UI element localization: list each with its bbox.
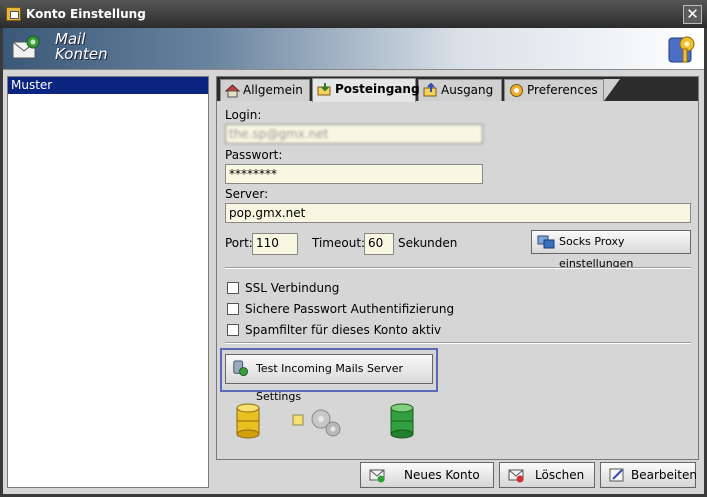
window-title: Konto Einstellung (26, 7, 146, 21)
tab-label: Ausgang (441, 83, 494, 97)
edit-icon (609, 468, 624, 482)
tab-tail (604, 79, 620, 101)
test-incoming-server-button[interactable]: Test Incoming Mails Server Settings (225, 354, 433, 403)
port-field[interactable]: 110 (252, 233, 298, 255)
outbox-icon (423, 83, 437, 97)
login-field[interactable]: the.sp@gmx.net (225, 124, 483, 144)
inbox-icon (317, 83, 331, 96)
secure-auth-label: Sichere Passwort Authentifizierung (245, 302, 455, 316)
delete-button[interactable]: Löschen (499, 462, 595, 488)
server-label: Server: (225, 187, 269, 201)
ssl-checkbox[interactable] (227, 282, 239, 294)
banner-title: Mail Konten (55, 32, 108, 62)
password-label: Passwort: (225, 148, 283, 162)
spamfilter-checkbox[interactable] (227, 324, 239, 336)
list-item[interactable]: Muster (8, 77, 208, 94)
dialog-content: Muster Allgemein Posteingang Ausgang Pre… (3, 70, 704, 494)
timeout-field[interactable]: 60 (364, 233, 394, 255)
posteingang-tab-content: Login: the.sp@gmx.net Passwort: ********… (217, 101, 698, 459)
house-icon (225, 84, 240, 98)
timeout-unit: Sekunden (398, 236, 458, 250)
tab-preferences[interactable]: Preferences (504, 79, 604, 101)
socks-proxy-button[interactable]: Socks Proxy einstellungen (531, 230, 691, 270)
new-account-label: Neues Konto (404, 468, 480, 482)
delete-label: Löschen (535, 468, 585, 482)
spamfilter-label: Spamfilter für dieses Konto aktiv (245, 323, 442, 337)
tab-strip: Allgemein Posteingang Ausgang Preference… (217, 77, 698, 102)
divider (225, 267, 691, 269)
new-account-button[interactable]: Neues Konto (360, 462, 494, 488)
divider (225, 342, 691, 344)
keys-icon (668, 36, 695, 63)
preferences-icon (510, 84, 523, 97)
new-account-icon (369, 469, 385, 483)
network-icon (537, 235, 555, 249)
transfer-gears-icon (292, 409, 341, 437)
dialog-window: Konto Einstellung ✕ Mail Konten Muster A… (0, 0, 707, 497)
edit-button[interactable]: Bearbeiten (600, 462, 697, 488)
tab-allgemein[interactable]: Allgemein (220, 79, 310, 101)
edit-label: Bearbeiten (631, 468, 697, 482)
secure-auth-checkbox[interactable] (227, 303, 239, 315)
tab-label: Allgemein (243, 83, 303, 97)
password-field[interactable]: ******** (225, 164, 483, 184)
tab-ausgang[interactable]: Ausgang (418, 79, 502, 101)
ssl-label: SSL Verbindung (245, 281, 340, 295)
app-icon (6, 7, 21, 21)
delete-icon (508, 469, 524, 483)
tab-posteingang[interactable]: Posteingang (312, 78, 420, 102)
mail-accounts-icon (12, 35, 40, 59)
tab-label: Preferences (527, 83, 598, 97)
green-database-icon (390, 403, 414, 439)
port-label: Port: (225, 236, 253, 250)
banner-title-line2: Konten (55, 45, 108, 63)
login-label: Login: (225, 108, 262, 122)
test-button-focus-frame: Test Incoming Mails Server Settings (220, 348, 438, 403)
timeout-label: Timeout: (312, 236, 366, 250)
server-test-icon (233, 360, 248, 376)
header-banner: Mail Konten (3, 28, 704, 70)
title-bar[interactable]: Konto Einstellung ✕ (0, 0, 707, 28)
settings-panel: Allgemein Posteingang Ausgang Preference… (216, 76, 699, 460)
close-button[interactable]: ✕ (683, 5, 702, 24)
account-list[interactable]: Muster (7, 76, 209, 488)
tab-label: Posteingang (335, 82, 420, 96)
yellow-database-icon (236, 403, 260, 439)
server-field[interactable]: pop.gmx.net (225, 203, 691, 223)
